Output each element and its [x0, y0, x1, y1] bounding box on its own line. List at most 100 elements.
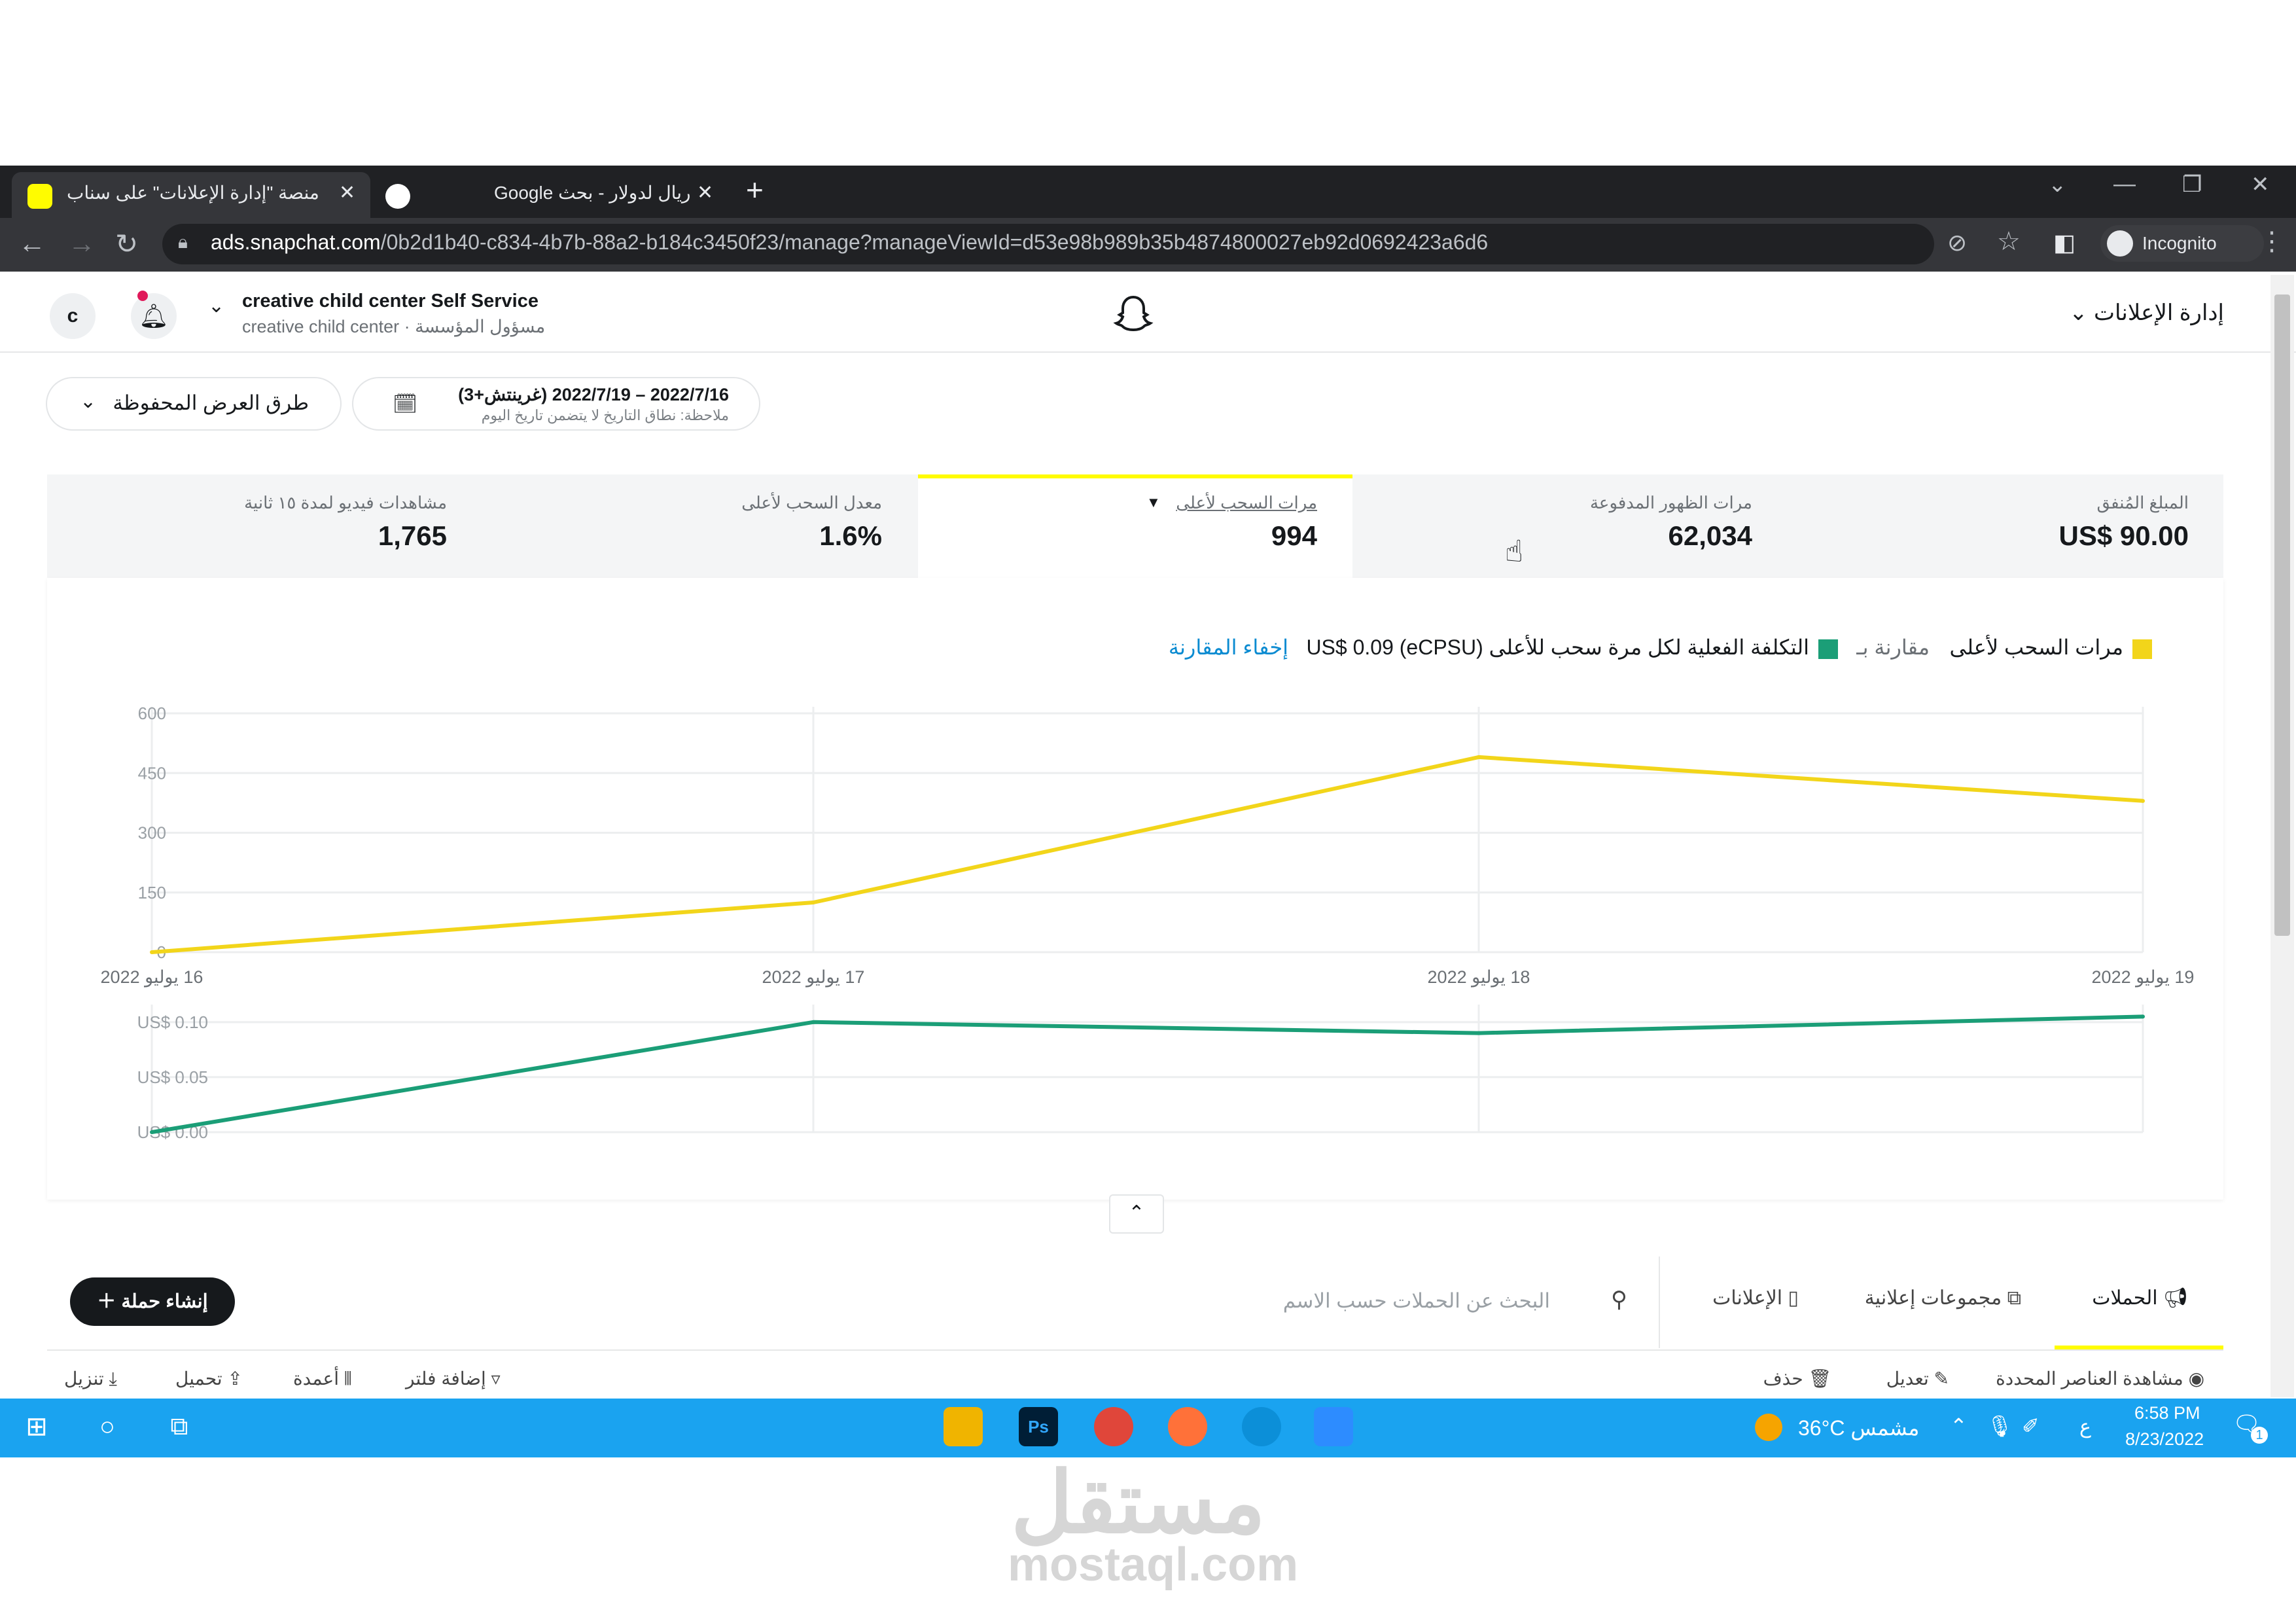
metric-value: 62,034 [1668, 520, 1752, 551]
pen-icon[interactable]: ✐ [2022, 1414, 2040, 1438]
action-label: إضافة فلتر [406, 1368, 486, 1389]
url-domain: ads.snapchat.com [211, 230, 381, 254]
legend-compare-label: مقارنة بـ [1856, 635, 1930, 659]
action-label: حذف [1763, 1368, 1803, 1389]
edit-button[interactable]: ✎ تعديل [1886, 1368, 1949, 1389]
legend-primary[interactable]: مرات السحب لأعلى [1950, 635, 2152, 660]
zoom-icon[interactable] [1314, 1407, 1353, 1446]
chart-card [47, 578, 2223, 1200]
tab-label: الحملات [2092, 1287, 2158, 1309]
collapse-chart-button[interactable]: ⌃ [1109, 1194, 1164, 1234]
bell-icon[interactable]: 🔔︎ [131, 293, 177, 339]
metric-swipe-rate[interactable]: معدل السحب لأعلى 1.6% [523, 474, 882, 578]
hand-cursor-icon: ☝︎ [1505, 534, 1524, 568]
legend-secondary[interactable]: التكلفة الفعلية لكل مرة سحب للأعلى (eCPS… [1306, 635, 1838, 660]
tab-ad-sets[interactable]: ⧉ مجموعات إعلانية [1865, 1287, 2021, 1310]
restore-icon[interactable]: ❐ [2182, 171, 2202, 198]
tab-snapchat-ads[interactable]: منصة "إدارة الإعلانات" على سناب ✕ [12, 172, 370, 218]
weather-text[interactable]: 36°C مشمس [1798, 1416, 1919, 1440]
date-range-picker[interactable]: 🗓︎ 2022/7/16 – 2022/7/19 (غرينتش+3) ملاح… [353, 378, 759, 429]
edge-icon[interactable] [1242, 1407, 1281, 1446]
org-subtitle: مسؤول المؤسسة · creative child center [242, 317, 546, 336]
windows-start-icon[interactable]: ⊞ [17, 1407, 56, 1446]
photoshop-icon[interactable]: Ps [1019, 1407, 1058, 1446]
copy-icon: ⧉ [2007, 1287, 2021, 1309]
metric-impressions[interactable]: مرات الظهور المدفوعة 62,034 [1394, 474, 1752, 578]
chevron-down-icon[interactable]: ⌄ [208, 294, 224, 317]
forward-icon[interactable]: → [68, 228, 96, 259]
filter-icon: ▿ [491, 1368, 501, 1389]
close-window-icon[interactable]: ✕ [2251, 171, 2270, 198]
clock-date[interactable]: 8/23/2022 [2125, 1429, 2204, 1450]
language-indicator[interactable]: ع [2079, 1416, 2091, 1438]
metric-label: مشاهدات فيديو لمدة ١٥ ثانية [244, 493, 447, 512]
saved-views-dropdown[interactable]: طرق العرض المحفوظة ⌄ [47, 378, 340, 429]
task-view-icon[interactable]: ⧉ [160, 1407, 199, 1446]
new-tab-icon[interactable]: + [746, 172, 764, 207]
action-label: تنزيل [64, 1368, 104, 1389]
view-selected-button[interactable]: ◉ مشاهدة العناصر المحددة [1996, 1368, 2204, 1389]
scrollbar-thumb[interactable] [2274, 294, 2290, 936]
bookmark-star-icon[interactable]: ☆ [1997, 226, 2021, 257]
action-label: أعمدة [293, 1368, 340, 1389]
incognito-icon [2107, 230, 2133, 257]
snapchat-ghost-icon[interactable] [1112, 293, 1154, 344]
download-icon: ⤓ [109, 1368, 117, 1389]
tab-label: الإعلانات [1712, 1287, 1783, 1309]
menu-icon[interactable]: ⋮ [2259, 226, 2285, 257]
back-icon[interactable]: ← [18, 228, 46, 259]
divider [1659, 1257, 1660, 1348]
metric-spend[interactable]: المبلغ المُنفق US$ 90.00 [1832, 474, 2189, 578]
org-avatar[interactable]: c [50, 293, 96, 339]
chrome-icon[interactable] [1094, 1407, 1133, 1446]
chevron-up-icon[interactable]: ⌃ [1950, 1414, 1968, 1438]
firefox-icon[interactable] [1168, 1407, 1207, 1446]
search-input[interactable]: البحث عن الحملات حسب الاسم [1283, 1289, 1550, 1313]
close-tab-icon[interactable]: ✕ [339, 181, 355, 204]
delete-button[interactable]: 🗑︎ حذف [1763, 1368, 1831, 1389]
lock-icon[interactable]: 🔒︎ [178, 232, 188, 253]
date-range-text: 2022/7/16 – 2022/7/19 (غرينتش+3) [458, 385, 729, 404]
url-text[interactable]: ads.snapchat.com/0b2d1b40-c834-4b7b-88a2… [211, 230, 1488, 255]
columns-icon: ⫴ [344, 1368, 352, 1389]
hide-compare-link[interactable]: إخفاء المقارنة [1169, 635, 1288, 660]
create-campaign-label: إنشاء حملة [121, 1291, 208, 1312]
megaphone-icon: 📢︎ [2163, 1287, 2188, 1309]
tab-search-icon[interactable]: ⌄ [2048, 171, 2067, 198]
action-label: تحميل [175, 1368, 222, 1389]
metric-video-views[interactable]: مشاهدات فيديو لمدة ١٥ ثانية 1,765 [98, 474, 447, 578]
file-explorer-icon[interactable] [944, 1407, 983, 1446]
metric-value: 1.6% [819, 520, 882, 551]
legend-label: مرات السحب لأعلى [1949, 635, 2123, 659]
create-campaign-button[interactable]: إنشاء حملة ＋ [70, 1277, 235, 1326]
ads-manager-menu[interactable]: إدارة الإعلانات ⌄ [2069, 300, 2224, 326]
microphone-icon[interactable]: 🎙︎ [1987, 1414, 2013, 1438]
search-icon[interactable]: ⚲ [1611, 1287, 1627, 1313]
org-name[interactable]: creative child center Self Service [242, 291, 539, 312]
columns-button[interactable]: ⫴ أعمدة [293, 1368, 352, 1390]
plus-icon: ＋ [97, 1291, 116, 1312]
upload-button[interactable]: ⇪ تحميل [175, 1368, 243, 1389]
clock-time[interactable]: 6:58 PM [2134, 1403, 2200, 1423]
date-note: ملاحظة: نطاق التاريخ لا يتضمن تاريخ اليو… [481, 407, 729, 423]
reload-icon[interactable]: ↻ [115, 228, 138, 260]
side-panel-icon[interactable]: ◧ [2053, 229, 2075, 257]
tab-title: ريال لدولار - بحث Google [494, 183, 691, 203]
sun-weather-icon[interactable] [1755, 1414, 1782, 1441]
cortana-icon[interactable]: ○ [88, 1407, 127, 1446]
add-filter-button[interactable]: ▿ إضافة فلتر [406, 1368, 501, 1389]
eye-off-icon[interactable]: ⊘ [1947, 229, 1967, 257]
url-path: /0b2d1b40-c834-4b7b-88a2-b184c3450f23/ma… [380, 230, 1489, 254]
tab-ads[interactable]: ▯ الإعلانات [1712, 1287, 1799, 1310]
metric-value: US$ 90.00 [2058, 520, 2189, 551]
incognito-badge[interactable]: Incognito [2100, 225, 2264, 262]
metric-swipe-ups[interactable]: مرات السحب لأعلى ▼ 994 [955, 474, 1317, 578]
ads-manager-label: إدارة الإعلانات [2094, 300, 2224, 325]
minimize-icon[interactable]: — [2113, 171, 2136, 197]
caret-down-icon: ▼ [1146, 494, 1161, 510]
tab-campaigns[interactable]: 📢︎ الحملات [2092, 1287, 2188, 1310]
close-tab-icon[interactable]: ✕ [697, 181, 713, 204]
tab-google-search[interactable]: ريال لدولار - بحث Google ✕ [376, 172, 722, 218]
download-button[interactable]: ⤓ تنزيل [64, 1368, 117, 1390]
metric-label: المبلغ المُنفق [2096, 493, 2189, 512]
